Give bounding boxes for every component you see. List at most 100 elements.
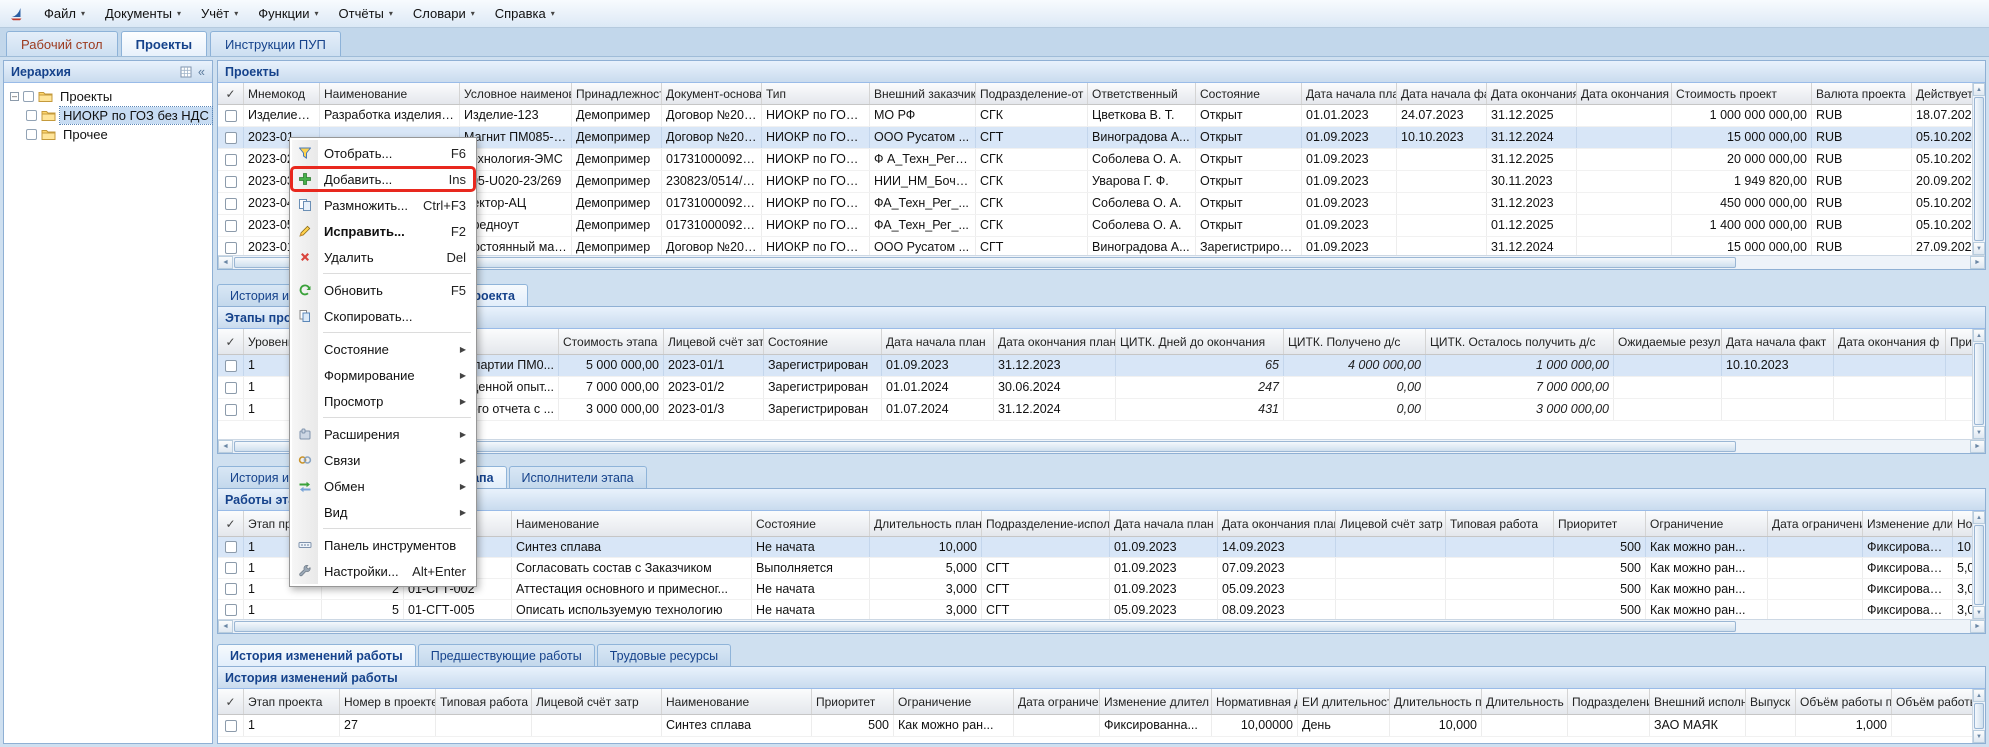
v-scrollbar[interactable]: ▲▼ xyxy=(1972,689,1985,743)
table-cell[interactable]: 431 xyxy=(1116,399,1284,420)
table-cell[interactable]: 1 000 000,00 xyxy=(1426,355,1614,376)
menubar-item[interactable]: Документы▾ xyxy=(95,2,191,25)
row-checkbox-cell[interactable] xyxy=(218,355,244,376)
table-cell[interactable]: 1,000 xyxy=(1796,715,1892,736)
table-cell[interactable]: Аттестация основного и примесног... xyxy=(512,579,752,599)
row-checkbox-cell[interactable] xyxy=(218,377,244,398)
row-checkbox[interactable] xyxy=(225,110,237,122)
table-cell[interactable]: 2023-01/2 xyxy=(664,377,764,398)
table-cell[interactable]: 10,00000 xyxy=(1212,715,1298,736)
table-cell[interactable]: Как можно ран... xyxy=(1646,537,1768,557)
table-cell[interactable]: 27 xyxy=(340,715,436,736)
table-cell[interactable] xyxy=(532,715,662,736)
table-cell[interactable]: СГТ xyxy=(982,579,1110,599)
table-cell[interactable] xyxy=(1768,600,1863,619)
v-scrollbar-thumb[interactable] xyxy=(1974,343,1984,425)
column-header[interactable]: Дата начала план xyxy=(1110,511,1218,536)
column-header[interactable]: Наименование xyxy=(320,83,460,104)
row-checkbox-cell[interactable] xyxy=(218,537,244,557)
table-cell[interactable]: НИОКР по ГОЗ ... xyxy=(762,193,870,214)
table-cell[interactable]: Открыт xyxy=(1196,127,1302,148)
menu-item[interactable]: УдалитьDel xyxy=(292,244,474,270)
table-cell[interactable]: Разработка изделия 123 xyxy=(320,105,460,126)
table-cell[interactable]: Договор №202... xyxy=(662,237,762,255)
table-cell[interactable]: СГК xyxy=(976,149,1088,170)
table-cell[interactable]: 1 xyxy=(244,715,340,736)
column-header[interactable]: Этап проекта xyxy=(244,689,340,714)
table-row[interactable]: 2023-05ДредноутДемопример017310000922...… xyxy=(218,215,1985,237)
column-header[interactable]: ЦИТК. Получено д/с xyxy=(1284,329,1426,354)
table-cell[interactable]: 500 xyxy=(1554,558,1646,578)
table-cell[interactable]: Открыт xyxy=(1196,215,1302,236)
table-cell[interactable]: НИОКР по ГОЗ ... xyxy=(762,171,870,192)
table-cell[interactable]: СГТ xyxy=(976,127,1088,148)
menu-item[interactable]: Исправить...F2 xyxy=(292,218,474,244)
table-cell[interactable]: 01.09.2023 xyxy=(1110,537,1218,557)
column-header[interactable]: Нормативная длит xyxy=(1212,689,1298,714)
table-cell[interactable]: 20 000 000,00 xyxy=(1672,149,1812,170)
table-cell[interactable]: 0,00 xyxy=(1284,377,1426,398)
table-cell[interactable] xyxy=(1768,579,1863,599)
table-cell[interactable] xyxy=(1397,171,1487,192)
table-cell[interactable]: Как можно ран... xyxy=(1646,558,1768,578)
table-cell[interactable] xyxy=(1577,149,1672,170)
table-cell[interactable]: Договор №202... xyxy=(662,105,762,126)
table-cell[interactable]: 4 000 000,00 xyxy=(1284,355,1426,376)
table-cell[interactable]: 230823/0514/136 xyxy=(662,171,762,192)
table-cell[interactable]: Как можно ран... xyxy=(1646,600,1768,619)
table-cell[interactable]: 3,000 xyxy=(870,579,982,599)
column-header[interactable]: Дата ограничения xyxy=(1768,511,1863,536)
table-cell[interactable]: Фиксированна... xyxy=(1100,715,1212,736)
table-cell[interactable]: Выполняется xyxy=(752,558,870,578)
table-cell[interactable]: 01.09.2023 xyxy=(1302,171,1397,192)
column-header[interactable]: Длительность фак xyxy=(1482,689,1568,714)
table-cell[interactable]: 31.12.2023 xyxy=(1487,193,1577,214)
tab[interactable]: Трудовые ресурсы xyxy=(597,644,731,666)
table-cell[interactable]: 0,00 xyxy=(1284,399,1426,420)
table-cell[interactable]: 15 000 000,00 xyxy=(1672,237,1812,255)
table-cell[interactable]: 31.12.2024 xyxy=(994,399,1116,420)
column-header[interactable]: Дата окончания план xyxy=(1218,511,1336,536)
table-cell[interactable] xyxy=(1568,715,1650,736)
table-cell[interactable]: 05.09.2023 xyxy=(1110,600,1218,619)
table-cell[interactable]: Синтез сплава xyxy=(662,715,812,736)
row-checkbox-cell[interactable] xyxy=(218,171,244,192)
column-header[interactable]: Типовая работа xyxy=(1446,511,1554,536)
table-cell[interactable] xyxy=(1336,600,1446,619)
menu-item[interactable]: Добавить...Ins xyxy=(292,166,474,192)
table-row[interactable]: 2023-01пПостоянный маг...ДемопримерДогов… xyxy=(218,237,1985,255)
row-checkbox[interactable] xyxy=(225,154,237,166)
table-cell[interactable] xyxy=(1446,600,1554,619)
table-cell[interactable]: ООО Русатом ... xyxy=(870,237,976,255)
table-cell[interactable]: 01.09.2023 xyxy=(1302,127,1397,148)
table-cell[interactable]: Зарегистрирован xyxy=(764,355,882,376)
row-checkbox[interactable] xyxy=(225,382,237,394)
column-header[interactable]: Внешний заказчик xyxy=(870,83,976,104)
table-cell[interactable] xyxy=(1614,377,1722,398)
table-cell[interactable]: Изделие123 xyxy=(244,105,320,126)
menu-item[interactable]: Просмотр▶ xyxy=(292,388,474,414)
table-row[interactable]: Изделие123Разработка изделия 123Изделие-… xyxy=(218,105,1985,127)
table-cell[interactable] xyxy=(1446,579,1554,599)
scroll-right-button[interactable]: ► xyxy=(1970,440,1985,453)
column-header[interactable]: Дата окончания ф xyxy=(1577,83,1672,104)
document-tab[interactable]: Рабочий стол xyxy=(6,31,118,56)
table-cell[interactable] xyxy=(1336,537,1446,557)
column-header[interactable]: Наименование xyxy=(512,511,752,536)
row-checkbox[interactable] xyxy=(225,360,237,372)
row-checkbox[interactable] xyxy=(225,583,237,595)
table-cell[interactable]: 01.09.2023 xyxy=(1302,149,1397,170)
menu-item[interactable]: Скопировать... xyxy=(292,303,474,329)
table-cell[interactable]: СГК xyxy=(976,105,1088,126)
table-cell[interactable]: 01.01.2024 xyxy=(882,377,994,398)
table-cell[interactable]: ФА_Техн_Рег_... xyxy=(870,193,976,214)
table-row[interactable]: 1...ого отчета с ...3 000 000,002023-01/… xyxy=(218,399,1985,421)
menu-item[interactable]: Расширения▶ xyxy=(292,421,474,447)
row-checkbox[interactable] xyxy=(225,562,237,574)
table-cell[interactable]: 5 000 000,00 xyxy=(559,355,664,376)
column-header[interactable]: Состояние xyxy=(764,329,882,354)
table-cell[interactable]: Демопример xyxy=(572,237,662,255)
table-cell[interactable]: 65 xyxy=(1116,355,1284,376)
menu-item[interactable]: Связи▶ xyxy=(292,447,474,473)
table-cell[interactable] xyxy=(1722,399,1834,420)
